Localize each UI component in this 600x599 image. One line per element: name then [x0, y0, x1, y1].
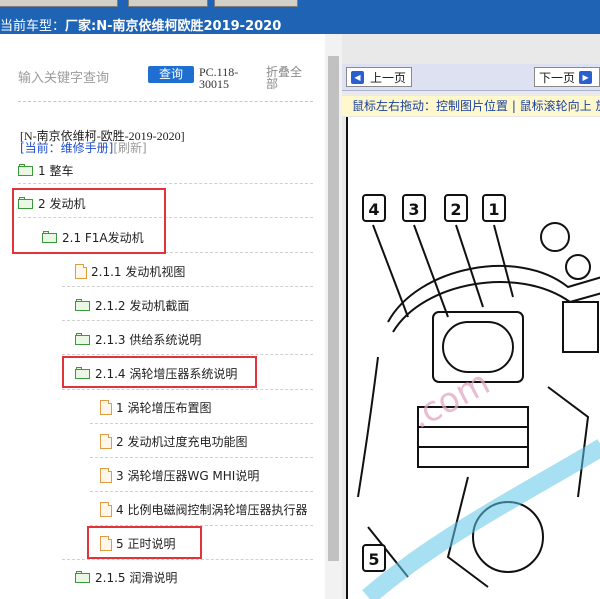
highlight-box	[12, 188, 166, 254]
document-code: PC.118-30015	[199, 65, 239, 91]
document-viewer: ◀ 上一页 下一页 ▶ 鼠标左右拖动：控制图片位置 | 鼠标滚轮向上 放 4 3…	[342, 34, 600, 599]
car-model-title: 当前车型：厂家:N-南京依维柯欧胜2019-2020	[0, 15, 281, 34]
document-icon	[100, 433, 112, 449]
divider	[18, 101, 313, 102]
tree-item-label: 2.1.3 供给系统说明	[95, 332, 202, 347]
tree-item-lubrication[interactable]: 2.1.5 润滑说明	[75, 564, 177, 590]
sidebar: 输入关键字查询 查询 PC.118-30015 折叠全部 [N-南京依维柯-欧胜…	[0, 34, 342, 599]
divider	[62, 389, 313, 390]
top-tab[interactable]	[214, 0, 298, 7]
folder-icon	[18, 164, 34, 176]
car-model-label: 当前车型：	[0, 19, 66, 34]
tree-item-engine-view[interactable]: 2.1.1 发动机视图	[75, 258, 185, 284]
callout-5: 5	[368, 550, 379, 569]
top-tab[interactable]	[0, 0, 118, 7]
folder-icon	[75, 299, 91, 311]
callout-4: 4	[368, 200, 379, 219]
callout-2: 2	[450, 200, 461, 219]
divider	[90, 491, 313, 492]
arrow-right-icon: ▶	[579, 70, 593, 84]
divider	[62, 354, 313, 355]
divider	[90, 423, 313, 424]
current-label: [当前：维修手册]	[20, 141, 114, 155]
title-bar: 当前车型：厂家:N-南京依维柯欧胜2019-2020	[0, 0, 600, 34]
page-nav-bar: ◀ 上一页 下一页 ▶	[342, 64, 600, 91]
current-section: [当前：维修手册][刷新]	[20, 139, 147, 156]
top-tab[interactable]	[128, 0, 208, 7]
engine-diagram-drawing: 4 3 2 1 5 .com	[357, 194, 600, 599]
fold-all-button[interactable]: 折叠全部	[266, 66, 306, 90]
tree-item-supply-system[interactable]: 2.1.3 供给系统说明	[75, 326, 201, 352]
tree-item-label: 2.1.2 发动机截面	[95, 298, 190, 313]
document-icon	[100, 399, 112, 415]
document-icon	[100, 501, 112, 517]
tree-item-engine-section[interactable]: 2.1.2 发动机截面	[75, 292, 189, 318]
tree-item-label: 1 整车	[38, 163, 74, 178]
folder-icon	[75, 333, 91, 345]
tree-item-label: 2.1.1 发动机视图	[91, 264, 186, 279]
tree-item-whole-vehicle[interactable]: 1 整车	[18, 157, 73, 183]
callout-1: 1	[488, 200, 499, 219]
tree-item-turbo-wg-mhi[interactable]: 3 涡轮增压器WG MHI说明	[100, 462, 259, 488]
divider	[62, 559, 313, 560]
divider	[90, 457, 313, 458]
tree-item-label: 2.1.5 润滑说明	[95, 570, 178, 585]
tree-item-label: 1 涡轮增压布置图	[116, 400, 212, 415]
tree-item-label: 3 涡轮增压器WG MHI说明	[116, 468, 260, 483]
scrollbar-thumb[interactable]	[328, 56, 339, 561]
folder-icon	[75, 571, 91, 583]
document-icon	[75, 263, 87, 279]
tree-item-solenoid-actuator[interactable]: 4 比例电磁阀控制涡轮增压器执行器	[100, 496, 307, 522]
divider	[18, 183, 313, 184]
engine-diagram[interactable]: 4 3 2 1 5 .com	[346, 117, 600, 599]
car-model-value: 厂家:N-南京依维柯欧胜2019-2020	[65, 19, 282, 34]
highlight-box	[87, 526, 202, 559]
prev-page-button[interactable]: ◀ 上一页	[346, 67, 412, 87]
sidebar-scrollbar[interactable]	[325, 34, 342, 599]
refresh-link[interactable]: [刷新]	[113, 141, 146, 155]
search-row: 输入关键字查询 查询 PC.118-30015 折叠全部	[0, 34, 325, 104]
tree-item-label: 2 发动机过度充电功能图	[116, 434, 248, 449]
search-button[interactable]: 查询	[148, 66, 194, 83]
divider	[62, 320, 313, 321]
callout-3: 3	[408, 200, 419, 219]
arrow-left-icon: ◀	[351, 70, 364, 84]
document-icon	[100, 467, 112, 483]
next-page-button[interactable]: 下一页 ▶	[534, 67, 600, 87]
divider	[62, 286, 313, 287]
watermark-stroke	[362, 439, 600, 599]
tree-item-label: 4 比例电磁阀控制涡轮增压器执行器	[116, 502, 308, 517]
search-input[interactable]: 输入关键字查询	[18, 67, 109, 86]
tree-item-overcharge-diagram[interactable]: 2 发动机过度充电功能图	[100, 428, 247, 454]
next-page-label: 下一页	[539, 70, 576, 85]
prev-page-label: 上一页	[370, 70, 407, 85]
tree-item-turbo-layout[interactable]: 1 涡轮增压布置图	[100, 394, 211, 420]
mouse-hint: 鼠标左右拖动：控制图片位置 | 鼠标滚轮向上 放	[342, 96, 600, 116]
highlight-box	[62, 356, 257, 388]
